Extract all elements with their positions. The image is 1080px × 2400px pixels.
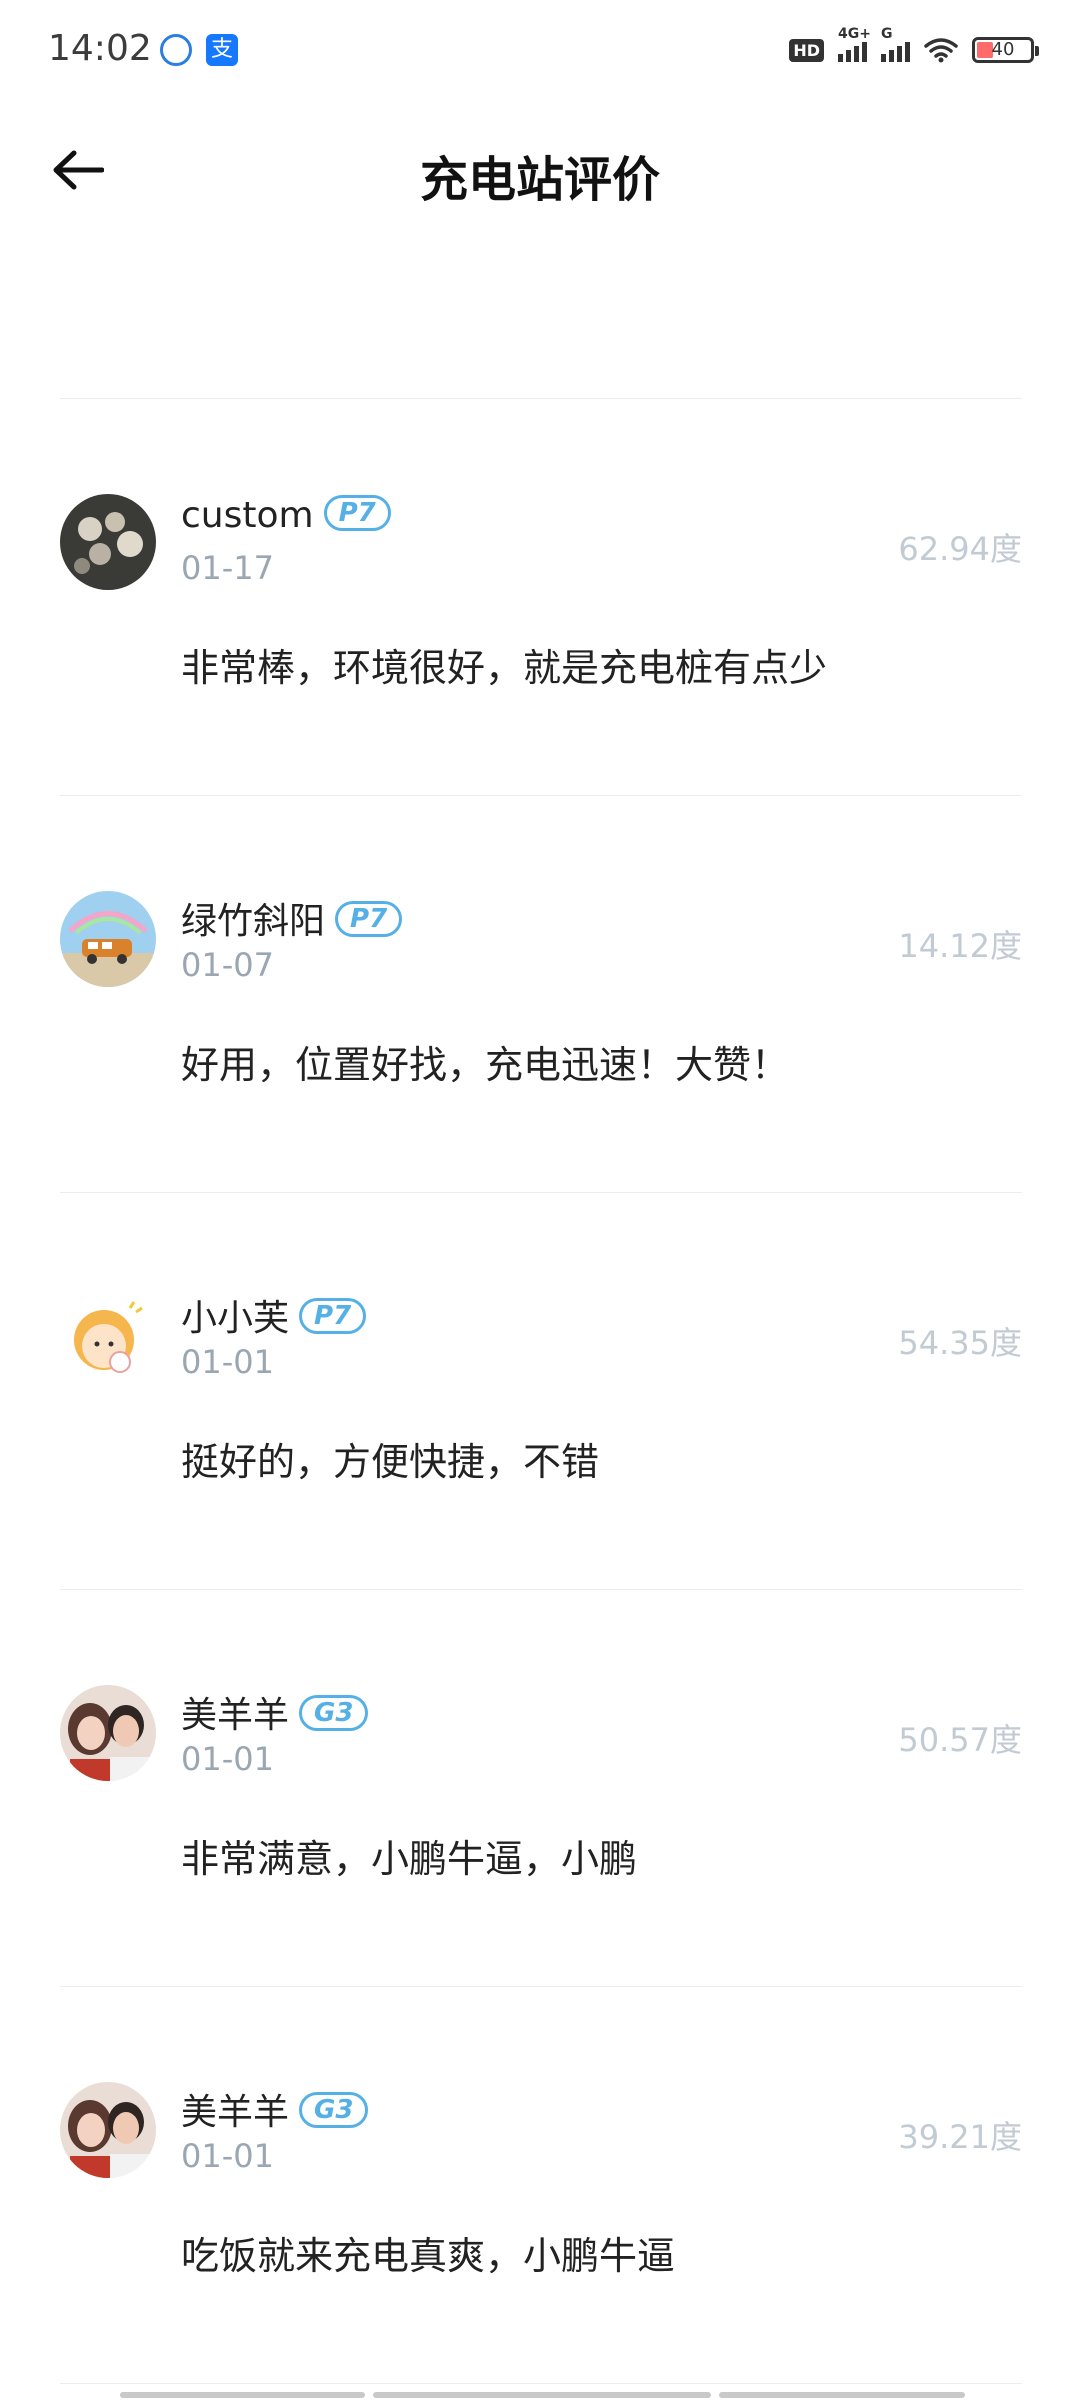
user-name: 小小芙 P7 [181,1289,367,1341]
review-date: 01-01 [181,1740,274,1778]
review-text: 非常棒，环境很好，就是充电桩有点少 [181,646,828,690]
review-date: 01-01 [181,1343,274,1381]
review-date: 01-07 [181,946,274,984]
review-date: 01-17 [181,549,274,587]
review-item[interactable]: 绿竹斜阳 P7 01-07 14.12度 好用，位置好找，充电迅速！大赞！ [60,795,1022,1192]
charged-energy: 62.94度 [898,530,1022,568]
avatar[interactable] [60,891,156,987]
battery-level: 40 [991,39,1015,60]
car-model-badge: P7 [299,1298,367,1334]
charged-energy: 50.57度 [898,1721,1022,1759]
avatar[interactable] [60,1288,156,1384]
charged-energy: 14.12度 [898,927,1022,965]
signal-icon-2: G [881,26,910,62]
user-name: 美羊羊 G3 [181,1686,369,1738]
review-item[interactable]: 美羊羊 G3 01-01 50.57度 非常满意，小鹏牛逼，小鹏 [60,1589,1022,1986]
avatar[interactable] [60,494,156,590]
car-model-badge: P7 [335,901,403,937]
signal-icon-1: 4G+ [838,26,871,62]
review-text: 挺好的，方便快捷，不错 [181,1440,600,1484]
car-model-badge: G3 [299,2092,369,2128]
page-header: 充电站评价 [0,120,1080,220]
user-name: 美羊羊 G3 [181,2083,369,2135]
hd-icon: HD [789,38,824,62]
avatar[interactable] [60,1685,156,1781]
battery-icon: 40 [972,37,1039,63]
charged-energy: 39.21度 [898,2118,1022,2156]
review-date: 01-01 [181,2137,274,2175]
status-time: 14:02 [48,28,152,69]
car-model-badge: P7 [323,495,391,531]
review-text: 吃饭就来充电真爽，小鹏牛逼 [181,2234,676,2278]
home-indicator [120,2392,965,2398]
review-list: custom P7 01-17 62.94度 非常棒，环境很好，就是充电桩有点少 … [60,398,1022,2384]
review-item[interactable]: 小小芙 P7 01-01 54.35度 挺好的，方便快捷，不错 [60,1192,1022,1589]
charged-energy: 54.35度 [898,1324,1022,1362]
user-name: 绿竹斜阳 P7 [181,892,403,944]
status-bar: 14:02 支 HD 4G+ G 40 [0,0,1080,100]
review-text: 非常满意，小鹏牛逼，小鹏 [181,1837,638,1881]
alipay-icon: 支 [206,34,238,66]
avatar[interactable] [60,2082,156,2178]
status-icons: HD 4G+ G 40 [789,26,1039,70]
car-model-badge: G3 [299,1695,369,1731]
wifi-icon [924,38,958,63]
user-name: custom P7 [181,495,391,536]
divider [60,2383,1022,2384]
review-item[interactable]: 美羊羊 G3 01-01 39.21度 吃饭就来充电真爽，小鹏牛逼 [60,1986,1022,2383]
review-text: 好用，位置好找，充电迅速！大赞！ [181,1043,790,1087]
page-title: 充电站评价 [419,152,660,208]
notification-app-icon [160,34,192,66]
review-item[interactable]: custom P7 01-17 62.94度 非常棒，环境很好，就是充电桩有点少 [60,398,1022,795]
